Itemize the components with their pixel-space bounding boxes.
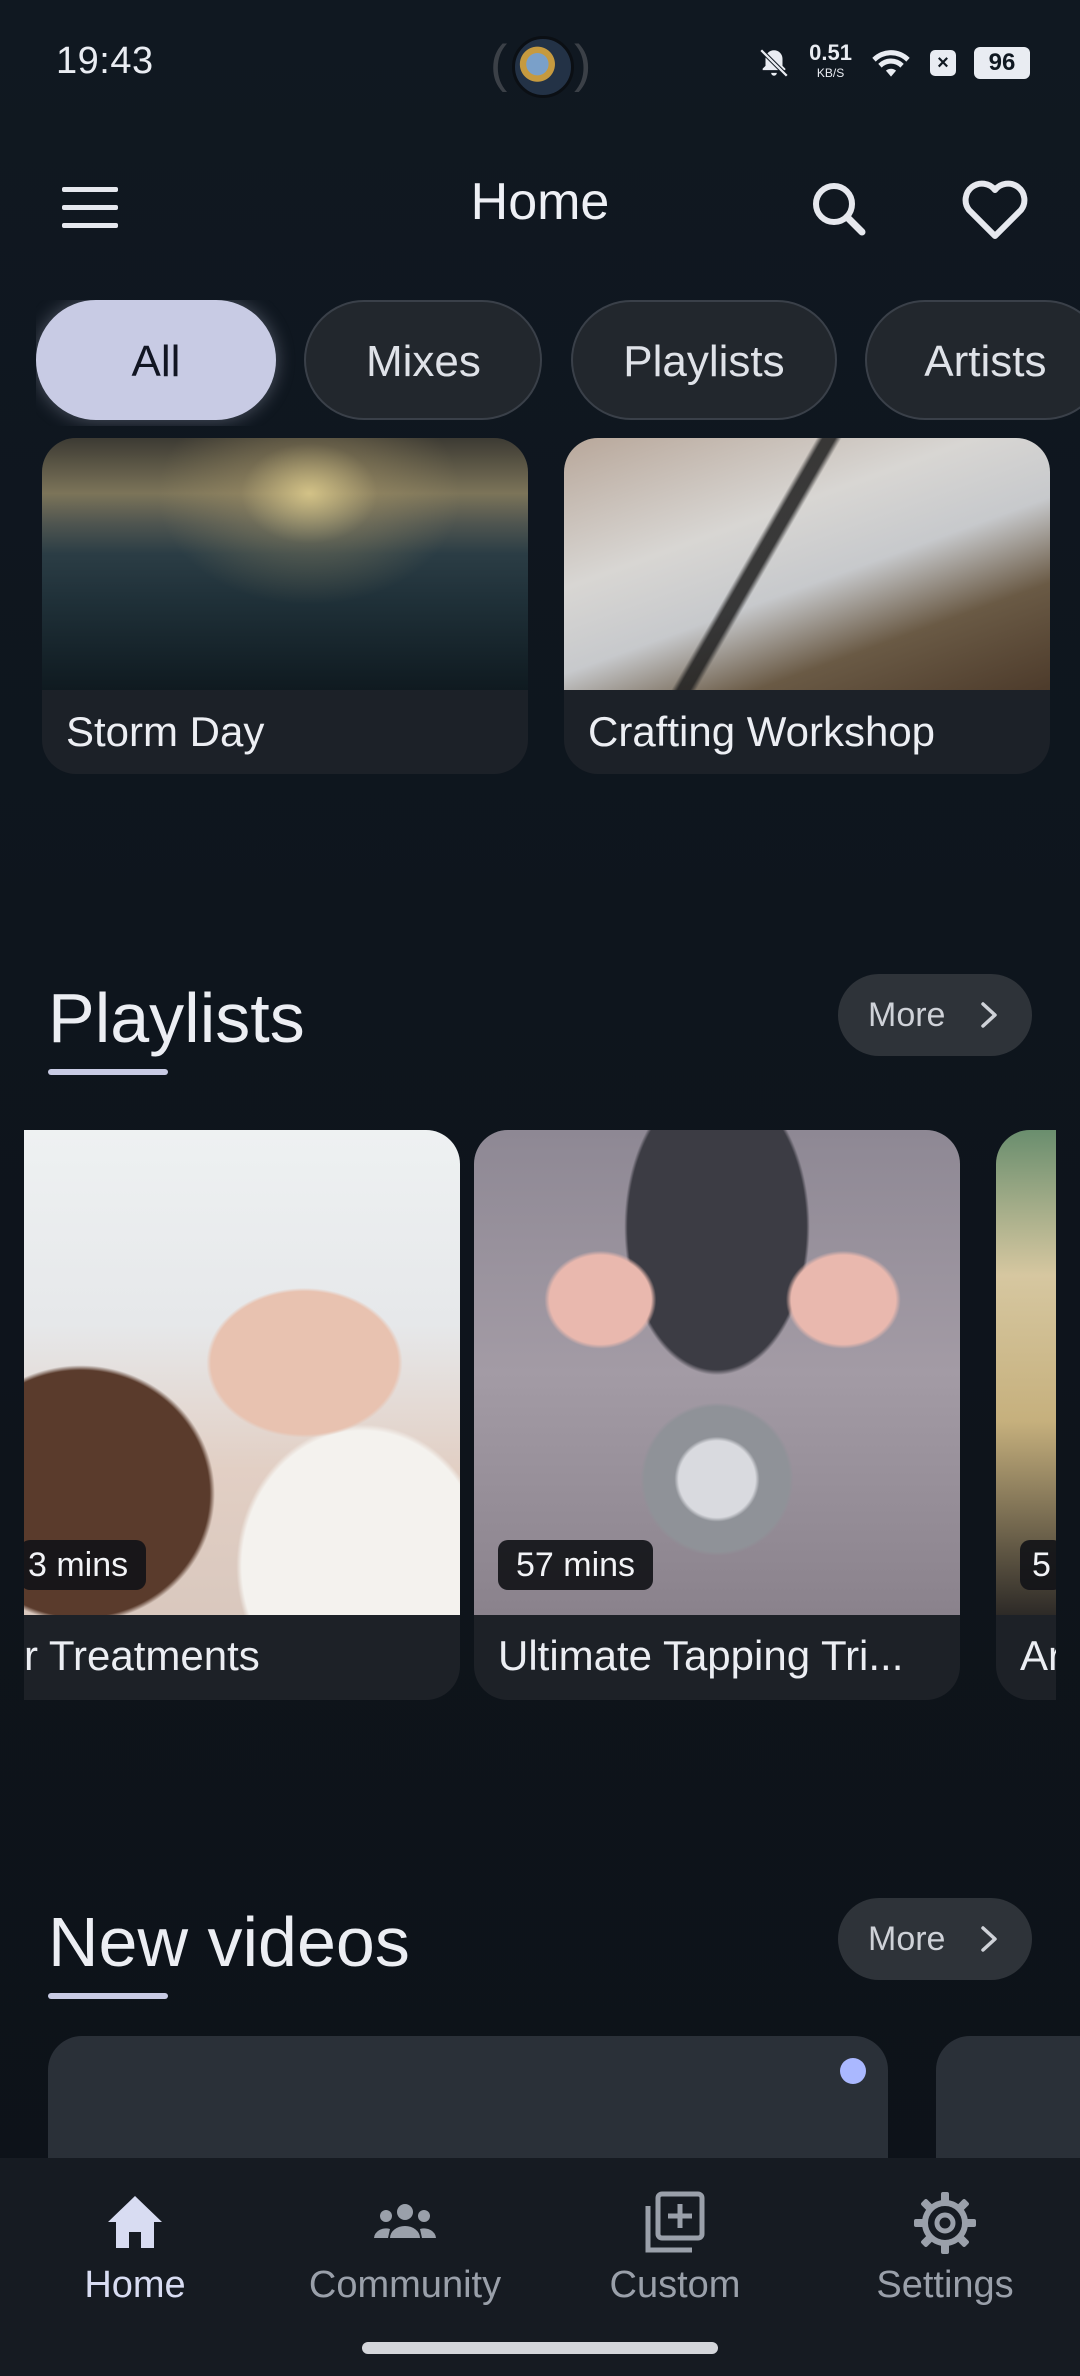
- new-videos-heading: New videos: [48, 1903, 410, 1981]
- xbox-icon: ×: [930, 50, 956, 76]
- page-title: Home: [470, 173, 610, 231]
- battery-icon: 96: [974, 47, 1030, 79]
- mix-title: Crafting Workshop: [588, 708, 936, 755]
- playlist-title: Ultimate Tapping Tri...: [498, 1632, 904, 1679]
- mix-title: Storm Day: [66, 708, 265, 755]
- home-icon: [108, 2196, 162, 2248]
- status-icons: 0.51 KB/S × 96: [757, 38, 1030, 88]
- duration-badge: 3 mins: [24, 1540, 147, 1590]
- status-bar: 19:43 ( ) 0.51 KB/S × 96: [0, 0, 1080, 130]
- nav-label: Custom: [609, 2264, 741, 2306]
- avatar: [512, 36, 574, 98]
- chevron-right-icon: [981, 1002, 997, 1028]
- new-videos-underline: [48, 1993, 168, 1999]
- net-speed-value: 0.51: [809, 40, 852, 65]
- gear-icon: [914, 2192, 976, 2254]
- heart-icon[interactable]: [955, 170, 1035, 250]
- playlist-title: r Treatments: [24, 1632, 260, 1679]
- bell-off-icon: [759, 48, 789, 78]
- playlist-card[interactable]: 5 Ar: [996, 1130, 1056, 1700]
- nav-custom[interactable]: Custom: [540, 2188, 810, 2307]
- home-indicator[interactable]: [362, 2342, 718, 2354]
- chip-playlists[interactable]: Playlists: [570, 300, 837, 420]
- top-app-bar: Home: [0, 150, 1080, 260]
- nav-settings[interactable]: Settings: [810, 2188, 1080, 2307]
- add-box-icon: [645, 2191, 705, 2253]
- battery-level: 96: [988, 49, 1016, 76]
- playlists-underline: [48, 1069, 168, 1075]
- playlists-carousel: 3 mins r Treatments 57 mins Ultimate Tap…: [24, 1130, 1056, 1700]
- more-label: More: [868, 1920, 946, 1958]
- duration-badge: 5: [1020, 1540, 1056, 1590]
- chip-all[interactable]: All: [36, 300, 276, 420]
- playlist-title: Ar: [1020, 1632, 1056, 1679]
- chip-artists[interactable]: Artists: [865, 300, 1080, 420]
- search-icon[interactable]: [800, 170, 880, 250]
- net-speed: 0.51 KB/S: [809, 40, 852, 83]
- mix-thumbnail: [42, 438, 528, 690]
- nav-home[interactable]: Home: [0, 2188, 270, 2307]
- nav-label: Community: [308, 2264, 502, 2306]
- home-screen: 19:43 ( ) 0.51 KB/S × 96 Home All Mixes …: [0, 0, 1080, 2376]
- nav-label: Home: [84, 2264, 186, 2306]
- new-videos-more-button[interactable]: More: [838, 1898, 1032, 1980]
- chevron-right-icon: [981, 1926, 997, 1952]
- filter-chips: All Mixes Playlists Artists: [36, 300, 1080, 426]
- front-camera-area: ( ): [490, 30, 591, 100]
- mix-thumbnail: [564, 438, 1050, 690]
- unread-dot: [840, 2058, 866, 2084]
- chip-mixes[interactable]: Mixes: [304, 300, 543, 420]
- playlist-card[interactable]: 3 mins r Treatments: [24, 1130, 460, 1700]
- wifi-icon: [872, 50, 910, 77]
- mix-card-crafting-workshop[interactable]: Crafting Workshop: [564, 438, 1050, 774]
- community-icon: [374, 2204, 436, 2238]
- status-time: 19:43: [56, 40, 154, 82]
- duration-badge: 57 mins: [498, 1540, 654, 1590]
- mix-card-storm-day[interactable]: Storm Day: [42, 438, 528, 774]
- more-label: More: [868, 996, 946, 1034]
- net-speed-unit: KB/S: [816, 66, 845, 80]
- nav-label: Settings: [876, 2264, 1014, 2306]
- playlists-heading: Playlists: [48, 979, 305, 1057]
- playlists-more-button[interactable]: More: [838, 974, 1032, 1056]
- nav-community[interactable]: Community: [270, 2188, 540, 2307]
- playlist-card[interactable]: 57 mins Ultimate Tapping Tri...: [474, 1130, 960, 1700]
